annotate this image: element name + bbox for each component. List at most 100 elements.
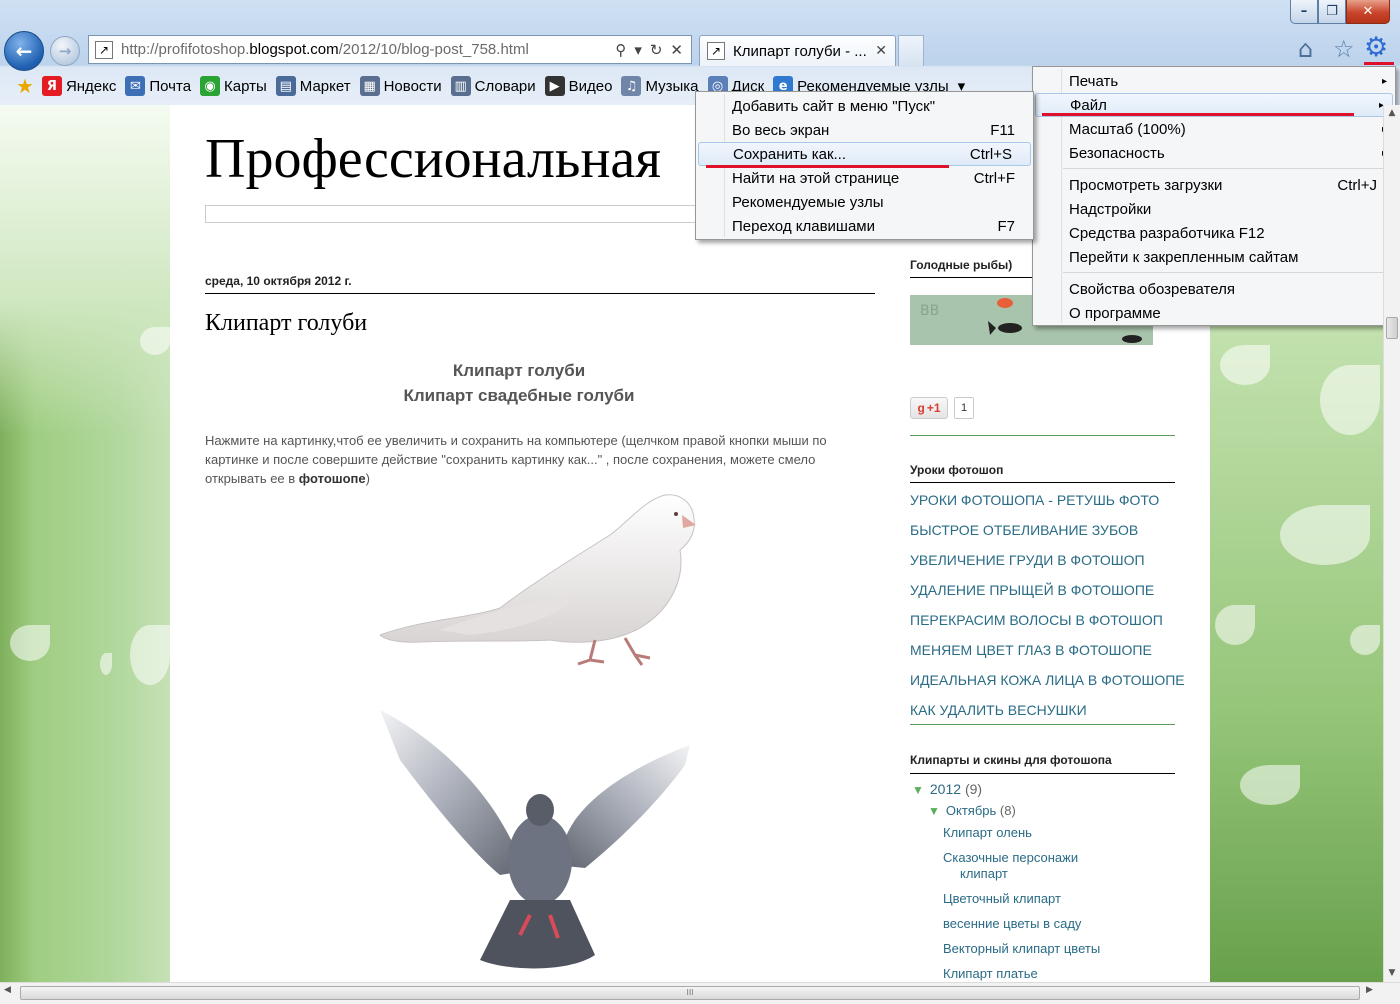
expand-triangle-icon[interactable]: ▼: [928, 804, 940, 818]
favorite-item[interactable]: ✉ Почта: [125, 76, 191, 96]
file-menu-item[interactable]: Сохранить как... Ctrl+S: [698, 142, 1031, 166]
background-left-gradient: [0, 105, 170, 435]
save-as-red-underline: [706, 165, 949, 168]
browser-window: – ❐ ✕ ← → ↗ http://profifotoshop.blogspo…: [0, 0, 1400, 1004]
archive-year-count: (9): [964, 781, 983, 797]
scroll-left-arrow-icon[interactable]: ◀: [4, 985, 11, 995]
post-title[interactable]: Клипарт голуби: [205, 310, 367, 337]
favorite-icon: ▦: [359, 76, 380, 96]
lesson-link[interactable]: ПЕРЕКРАСИМ ВОЛОСЫ В ФОТОШОП: [910, 612, 1163, 628]
favorite-label: Яндекс: [65, 77, 117, 95]
archive-month[interactable]: ▼ Октябрь (8): [928, 803, 1016, 819]
menu-item-label: Просмотреть загрузки: [1069, 176, 1223, 194]
search-icon[interactable]: ⚲: [615, 41, 626, 59]
tools-menu-item[interactable]: Надстройки: [1033, 197, 1395, 221]
horizontal-scrollbar[interactable]: ◀ III ▶: [0, 982, 1400, 1004]
lesson-link[interactable]: БЫСТРОЕ ОТБЕЛИВАНИЕ ЗУБОВ: [910, 522, 1138, 538]
address-bar[interactable]: ↗ http://profifotoshop.blogspot.com/2012…: [88, 35, 692, 64]
menu-item-label: Во весь экран: [732, 121, 830, 139]
tools-menu-item[interactable]: Безопасность▸: [1033, 141, 1395, 165]
stop-icon[interactable]: ✕: [670, 41, 683, 59]
favorite-label: Музыка: [645, 77, 699, 95]
back-button[interactable]: ←: [4, 31, 44, 71]
photoshop-link[interactable]: фотошопе: [299, 471, 366, 486]
new-tab-button[interactable]: [898, 35, 924, 66]
file-menu-item[interactable]: Добавить сайт в меню "Пуск": [696, 94, 1033, 118]
lesson-link[interactable]: ИДЕАЛЬНАЯ КОЖА ЛИЦА В ФОТОШОПЕ: [910, 672, 1185, 688]
google-plus-icon: g: [917, 401, 925, 415]
tools-gear-icon[interactable]: ⚙: [1364, 32, 1388, 63]
tools-menu-item[interactable]: Печать ▸: [1033, 69, 1395, 93]
tools-menu-item[interactable]: Средства разработчика F12: [1033, 221, 1395, 245]
file-menu-item[interactable]: Рекомендуемые узлы: [696, 190, 1033, 214]
maximize-button[interactable]: ❐: [1318, 0, 1346, 24]
archive-post-link[interactable]: Сказочные персонажи: [943, 850, 1078, 866]
submenu-arrow-icon: ▸: [1381, 75, 1387, 87]
menu-item-label: Средства разработчика F12: [1069, 224, 1265, 242]
tools-menu-item[interactable]: Свойства обозревателя: [1033, 277, 1395, 301]
close-window-button[interactable]: ✕: [1346, 0, 1390, 24]
address-dropdown-icon[interactable]: ▾: [634, 41, 642, 59]
leaf-decoration: [1350, 625, 1380, 655]
favorite-label: Почта: [149, 77, 192, 95]
menu-separator: [1063, 272, 1393, 273]
sidebar-divider: [910, 773, 1175, 774]
sidebar-divider: [910, 482, 1175, 483]
forward-button[interactable]: →: [50, 36, 80, 66]
leaf-decoration: [140, 327, 170, 355]
tab-close-icon[interactable]: ✕: [875, 43, 887, 59]
archive-post-link[interactable]: Векторный клипарт цветы: [943, 941, 1100, 957]
vertical-scroll-thumb[interactable]: [1386, 317, 1398, 339]
scroll-up-arrow-icon[interactable]: ▲: [1384, 105, 1400, 122]
refresh-icon[interactable]: ↻: [650, 41, 663, 59]
title-divider-box: [205, 205, 705, 223]
favorite-icon: ♫: [621, 76, 642, 96]
add-favorites-star-icon[interactable]: ★: [16, 74, 34, 98]
favorite-item[interactable]: Я Яндекс: [41, 76, 117, 96]
archive-year[interactable]: ▼ 2012 (9): [912, 781, 982, 798]
lesson-link[interactable]: МЕНЯЕМ ЦВЕТ ГЛАЗ В ФОТОШОПЕ: [910, 642, 1152, 658]
tools-menu-item[interactable]: Просмотреть загрузки Ctrl+J: [1033, 173, 1395, 197]
file-menu-item[interactable]: Найти на этой странице Ctrl+F: [696, 166, 1033, 190]
archive-post-link[interactable]: клипарт: [960, 866, 1008, 882]
address-url[interactable]: http://profifotoshop.blogspot.com/2012/1…: [121, 41, 615, 58]
lesson-link[interactable]: КАК УДАЛИТЬ ВЕСНУШКИ: [910, 702, 1087, 718]
archive-post-link[interactable]: весенние цветы в саду: [943, 916, 1081, 932]
favorite-item[interactable]: ▶ Видео: [544, 76, 612, 96]
lesson-link[interactable]: УДАЛЕНИЕ ПРЫЩЕЙ В ФОТОШОПЕ: [910, 582, 1154, 598]
tools-menu-item[interactable]: О программе: [1033, 301, 1395, 325]
favorite-item[interactable]: ♫ Музыка: [621, 76, 699, 96]
tools-menu-item[interactable]: Масштаб (100%)▸: [1033, 117, 1395, 141]
archive-post-link[interactable]: Клипарт олень: [943, 825, 1032, 841]
scroll-down-arrow-icon[interactable]: ▼: [1384, 965, 1400, 982]
menu-item-shortcut: F11: [990, 121, 1015, 139]
file-menu-item[interactable]: Во весь экран F11: [696, 118, 1033, 142]
favorite-icon: Я: [41, 76, 62, 96]
home-icon[interactable]: ⌂: [1298, 35, 1313, 63]
lesson-link[interactable]: УВЕЛИЧЕНИЕ ГРУДИ В ФОТОШОП: [910, 552, 1145, 568]
file-menu-item[interactable]: Переход клавишами F7: [696, 214, 1033, 238]
lesson-link[interactable]: УРОКИ ФОТОШОПА - РЕТУШЬ ФОТО: [910, 492, 1159, 508]
google-plus-one-button[interactable]: g +1: [910, 397, 948, 419]
blog-title[interactable]: Профессиональная: [205, 127, 661, 191]
leaf-decoration: [130, 625, 170, 685]
scroll-right-arrow-icon[interactable]: ▶: [1366, 985, 1373, 995]
favorite-item[interactable]: ◉ Карты: [200, 76, 267, 96]
archive-post-link[interactable]: Цветочный клипарт: [943, 891, 1061, 907]
browser-tab-active[interactable]: ↗ Клипарт голуби - ... ✕: [699, 35, 896, 66]
vertical-scrollbar[interactable]: ▲ ▼: [1383, 105, 1400, 982]
horizontal-scroll-thumb[interactable]: III: [20, 986, 1360, 1000]
favorites-star-icon[interactable]: ☆: [1333, 35, 1355, 63]
favorite-item[interactable]: ▤ Маркет: [275, 76, 351, 96]
favorite-item[interactable]: ▦ Новости: [359, 76, 442, 96]
favorite-label: Маркет: [299, 77, 351, 95]
minimize-button[interactable]: –: [1290, 0, 1318, 24]
fish-watermark: BB: [920, 303, 939, 319]
archive-post-link[interactable]: Клипарт платье: [943, 966, 1038, 982]
expand-triangle-icon[interactable]: ▼: [912, 783, 924, 797]
flying-pigeon-image[interactable]: [380, 710, 690, 982]
lessons-heading: Уроки фотошоп: [910, 463, 1004, 477]
tools-menu-item[interactable]: Перейти к закрепленным сайтам: [1033, 245, 1395, 269]
white-dove-image[interactable]: [380, 490, 700, 670]
favorite-item[interactable]: ▥ Словари: [450, 76, 536, 96]
